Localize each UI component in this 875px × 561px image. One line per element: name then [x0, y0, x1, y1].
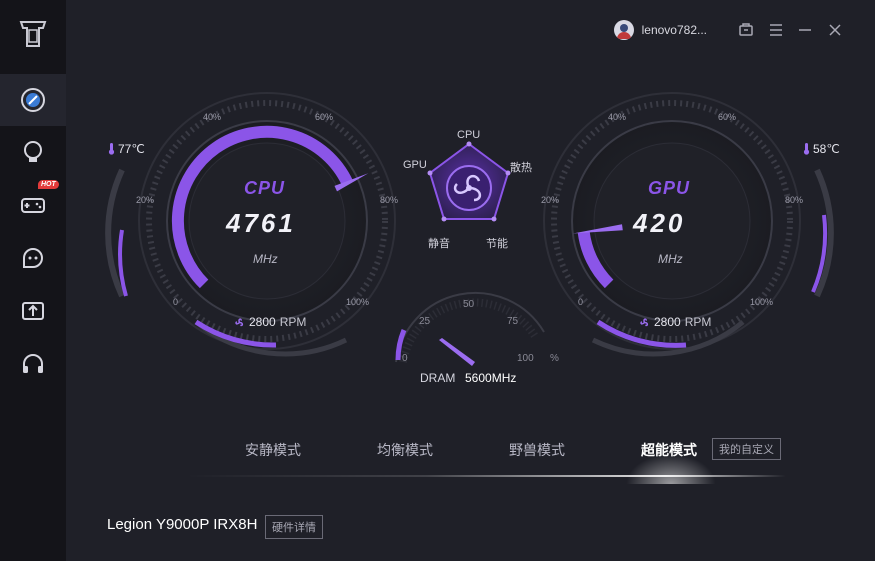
gpu-tick-40: 40%: [608, 112, 627, 122]
cpu-frequency-unit: MHz: [253, 252, 278, 266]
bulb-icon: [24, 141, 42, 162]
sidebar-item-dashboard[interactable]: [0, 74, 66, 126]
sidebar-item-audio[interactable]: [0, 338, 66, 390]
gpu-temperature: 58℃: [803, 142, 840, 156]
legion-logo: [19, 21, 47, 47]
main-panel: lenovo782... 77℃ 0 20% 40% 60% 80% 100% …: [66, 0, 875, 561]
gpu-tick-0: 0: [578, 297, 584, 307]
cpu-tick-20: 20%: [136, 195, 155, 205]
cpu-label: CPU: [244, 178, 286, 198]
hardware-details-button[interactable]: 硬件详情: [265, 515, 323, 539]
cpu-frequency: 4761: [226, 208, 296, 238]
custom-mode-button[interactable]: 我的自定义: [712, 438, 781, 460]
cpu-temperature: 77℃: [108, 142, 145, 156]
mode-quiet[interactable]: 安静模式: [245, 440, 301, 460]
chat-face-icon: [23, 248, 43, 268]
gpu-tick-80: 80%: [785, 195, 804, 205]
thermometer-icon: [803, 143, 810, 155]
gpu-frequency: 420: [633, 208, 686, 238]
cpu-tick-80: 80%: [380, 195, 399, 205]
sidebar-item-upload[interactable]: [0, 285, 66, 337]
cpu-temp-value: 77℃: [118, 142, 145, 156]
radar-label-quiet: 静音: [428, 238, 450, 250]
cpu-fan-unit: RPM: [279, 315, 307, 329]
radar-label-cpu: CPU: [457, 129, 481, 141]
radar-label-gpu: GPU: [403, 159, 427, 171]
gpu-tick-100: 100%: [750, 297, 774, 307]
dram-tick-0: 0: [402, 353, 408, 364]
hot-badge: HOT: [38, 180, 59, 189]
active-mode-glow: [626, 454, 716, 484]
fan-icon: [235, 317, 244, 326]
mode-indicator-line: [186, 475, 786, 477]
performance-gauges: [105, 92, 834, 366]
gpu-temp-value: 58℃: [813, 142, 840, 156]
gpu-label: GPU: [648, 178, 691, 198]
sidebar-item-assistant[interactable]: [0, 232, 66, 284]
speedometer-icon: [21, 88, 45, 112]
mode-balanced[interactable]: 均衡模式: [377, 440, 433, 460]
fan-icon: [640, 317, 649, 326]
cpu-fan-value: 2800: [249, 315, 276, 329]
dram-label: DRAM: [420, 371, 456, 385]
thermometer-icon: [108, 143, 115, 155]
dram-tick-100: 100: [517, 353, 534, 364]
mode-radar: [427, 141, 511, 222]
cpu-tick-60: 60%: [315, 112, 334, 122]
upload-icon: [22, 302, 44, 320]
gpu-frequency-unit: MHz: [658, 252, 683, 266]
gpu-tick-60: 60%: [718, 112, 737, 122]
sidebar: HOT: [0, 0, 66, 561]
gpu-fan-unit: RPM: [684, 315, 712, 329]
dram-frequency: 5600MHz: [465, 371, 517, 385]
cpu-fan-speed: 2800 RPM: [234, 315, 306, 329]
mode-beast[interactable]: 野兽模式: [509, 440, 565, 460]
cpu-tick-100: 100%: [346, 297, 370, 307]
headset-icon: [23, 354, 43, 373]
dram-tick-75: 75: [507, 316, 519, 327]
sidebar-item-games[interactable]: HOT: [0, 178, 66, 230]
gpu-tick-20: 20%: [541, 195, 560, 205]
sidebar-item-lighting[interactable]: [0, 126, 66, 178]
gpu-fan-value: 2800: [654, 315, 681, 329]
cpu-tick-0: 0: [173, 297, 179, 307]
radar-label-cooling: 散热: [510, 162, 532, 174]
gpu-fan-speed: 2800 RPM: [639, 315, 711, 329]
dram-unit: %: [550, 353, 559, 364]
dram-tick-50: 50: [463, 299, 475, 310]
radar-label-efficiency: 节能: [486, 238, 508, 250]
cpu-tick-40: 40%: [203, 112, 222, 122]
gamepad-icon: [21, 198, 45, 213]
dram-tick-25: 25: [419, 316, 431, 327]
device-model: Legion Y9000P IRX8H: [107, 516, 258, 533]
mode-selector: 安静模式 均衡模式 野兽模式 超能模式 我的自定义: [66, 430, 875, 484]
